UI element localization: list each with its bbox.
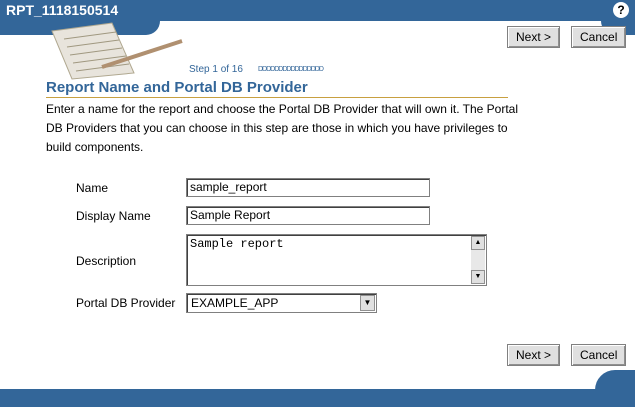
title-divider xyxy=(46,97,508,98)
dropdown-arrow-icon[interactable]: ▼ xyxy=(360,295,375,311)
question-mark-icon[interactable]: ? xyxy=(613,2,629,18)
display-name-input[interactable]: Sample Report xyxy=(186,206,430,225)
next-button-top[interactable]: Next > xyxy=(507,26,561,48)
provider-select-value: EXAMPLE_APP xyxy=(191,296,279,310)
display-name-label: Display Name xyxy=(76,209,151,223)
next-button-bottom[interactable]: Next > xyxy=(507,344,561,366)
name-input-value: sample_report xyxy=(190,180,267,194)
cancel-button-top[interactable]: Cancel xyxy=(571,26,627,48)
name-input[interactable]: sample_report xyxy=(186,178,430,197)
description-textarea[interactable]: Sample report ▲ ▼ xyxy=(186,234,487,286)
cancel-button-bottom[interactable]: Cancel xyxy=(571,344,627,366)
description-textarea-value: Sample report xyxy=(190,237,284,251)
step-indicator: Step 1 of 16 xyxy=(189,64,243,75)
footer-curve xyxy=(0,370,635,390)
window-title: RPT_1118150514 xyxy=(6,2,119,18)
provider-select[interactable]: EXAMPLE_APP ▼ xyxy=(186,293,377,313)
provider-label: Portal DB Provider xyxy=(76,296,176,310)
notebook-pencil-icon xyxy=(51,22,183,80)
step-progress-arrows: DDDDDDDDDDDDDDDD xyxy=(258,66,324,73)
scroll-up-icon[interactable]: ▲ xyxy=(471,236,485,250)
description-scrollbar[interactable]: ▲ ▼ xyxy=(471,236,485,284)
description-label: Description xyxy=(76,254,137,268)
page-description: Enter a name for the report and choose t… xyxy=(46,102,519,154)
footer-bar xyxy=(0,389,635,407)
name-label: Name xyxy=(76,181,109,195)
scroll-down-icon[interactable]: ▼ xyxy=(471,270,485,284)
display-name-input-value: Sample Report xyxy=(190,208,271,222)
page-title: Report Name and Portal DB Provider xyxy=(46,79,308,96)
